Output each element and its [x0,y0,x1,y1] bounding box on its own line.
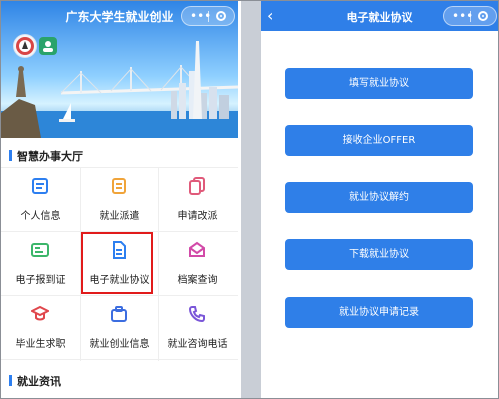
id-card-icon [32,178,48,194]
grad-cap-icon [31,305,49,321]
section-heading-news: 就业资讯 [9,373,61,389]
receive-offer-button[interactable]: 接收企业OFFER [285,125,473,156]
service-dispatch[interactable]: 就业派遣 [84,167,155,231]
section-marker [9,150,12,161]
service-reassign[interactable]: 申请改派 [162,167,233,231]
screenshot-frame: 广东大学生就业创业 ••• 智慧办事大厅 个人信息 就业派遣 申请改派 电子报到… [0,0,499,399]
service-personal-info[interactable]: 个人信息 [5,167,76,231]
university-logo [13,34,37,58]
service-e-report-card[interactable]: 电子报到证 [5,231,76,295]
panel-gap [241,1,261,398]
report-card-icon [31,243,49,257]
service-label: 就业派遣 [99,211,140,222]
service-archive-query[interactable]: 档案查询 [162,231,233,295]
close-target-icon[interactable] [216,11,226,21]
grid-line [1,359,238,360]
hero-banner: 广东大学生就业创业 ••• [1,1,238,138]
grid-line [158,167,159,361]
service-consult-phone[interactable]: 就业咨询电话 [162,295,233,359]
mini-program-capsule[interactable]: ••• [181,6,235,26]
capsule-divider [470,11,471,22]
highlight-box [81,232,153,294]
right-phone: ‹ 电子就业协议 ••• 填写就业协议 接收企业OFFER 就业协议解约 下载就… [261,1,498,398]
agreement-application-records-button[interactable]: 就业协议申请记录 [285,297,473,328]
right-title-bar: ‹ 电子就业协议 ••• [261,1,498,31]
section-marker [9,375,12,386]
service-label: 电子报到证 [15,275,66,286]
download-agreement-button[interactable]: 下载就业协议 [285,239,473,270]
service-label: 档案查询 [177,275,218,286]
terminate-agreement-button[interactable]: 就业协议解约 [285,182,473,213]
mini-program-capsule[interactable]: ••• [443,6,497,26]
service-label: 毕业生求职 [15,339,66,350]
service-label: 就业咨询电话 [167,339,228,350]
phone-icon [188,306,205,323]
left-phone: 广东大学生就业创业 ••• 智慧办事大厅 个人信息 就业派遣 申请改派 电子报到… [1,1,238,398]
service-label: 就业创业信息 [89,339,150,350]
capsule-divider [208,11,209,22]
copy-docs-icon [189,177,205,195]
service-employment-info[interactable]: 就业创业信息 [84,295,155,359]
service-logo [39,37,57,55]
section-heading-services: 智慧办事大厅 [9,148,83,164]
document-icon [112,178,126,194]
service-job-seeking[interactable]: 毕业生求职 [5,295,76,359]
briefcase-icon [111,306,127,322]
close-target-icon[interactable] [478,11,488,21]
fill-agreement-button[interactable]: 填写就业协议 [285,68,473,99]
service-label: 个人信息 [20,211,61,222]
agreement-actions: 填写就业协议 接收企业OFFER 就业协议解约 下载就业协议 就业协议申请记录 [261,31,498,398]
left-title-bar: 广东大学生就业创业 ••• [1,1,238,31]
mail-icon [189,241,205,257]
service-label: 申请改派 [177,211,218,222]
